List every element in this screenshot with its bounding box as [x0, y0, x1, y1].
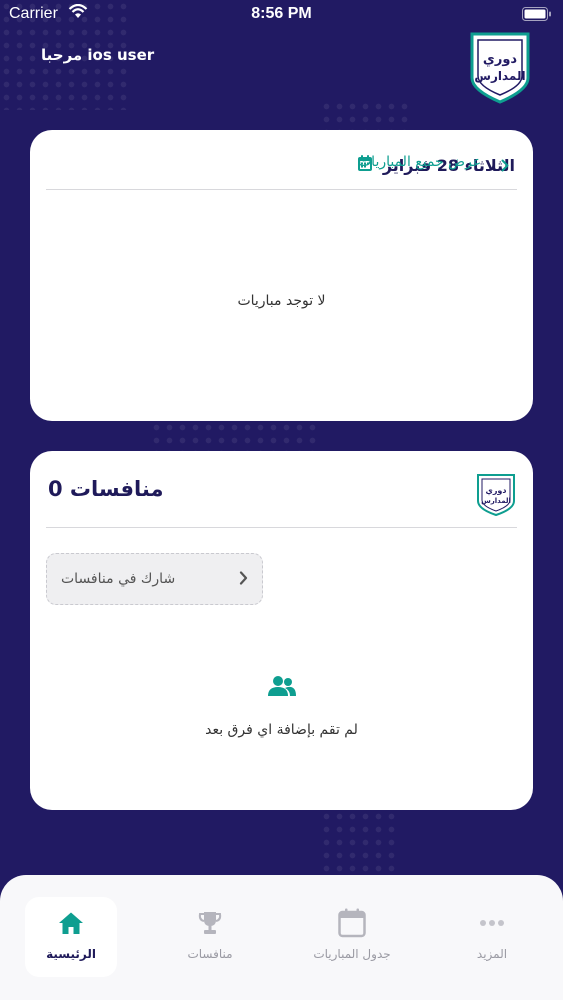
competitions-logo: دوري المدارس: [474, 471, 518, 517]
competitions-card: دوري المدارس منافسات 0 شارك في منافسات ل…: [30, 451, 533, 810]
app-logo: دوري المدارس: [466, 28, 534, 104]
no-teams-text: لم تقم بإضافة اي فرق بعد: [205, 722, 358, 738]
bg-dots-mid: [150, 421, 320, 451]
tab-home-label: الرئيسية: [46, 947, 96, 961]
join-competitions-label: شارك في منافسات: [61, 571, 176, 587]
more-icon: [479, 908, 505, 938]
matches-card: الثلاثاء 28 فبراير عرض جميع المباريات لا…: [30, 130, 533, 421]
chevron-right-icon: [239, 570, 248, 589]
competitions-title: منافسات 0: [48, 477, 164, 501]
battery-icon: [522, 6, 552, 25]
tab-more[interactable]: المزيد: [446, 897, 538, 977]
calendar-icon: [338, 908, 366, 938]
competitions-divider: [46, 527, 517, 528]
svg-text:دوري: دوري: [485, 486, 506, 495]
view-all-matches-link[interactable]: عرض جميع المباريات: [350, 154, 481, 170]
tab-home[interactable]: الرئيسية: [25, 897, 117, 977]
svg-text:المدارس: المدارس: [481, 497, 511, 505]
home-icon: [58, 908, 84, 938]
join-competitions-button[interactable]: شارك في منافسات: [46, 553, 263, 605]
no-matches-text: لا توجد مباريات: [237, 293, 326, 309]
tab-more-label: المزيد: [476, 947, 508, 961]
tab-competitions-label: منافسات: [187, 947, 233, 961]
tab-competitions[interactable]: منافسات: [164, 897, 256, 977]
trophy-icon: [197, 908, 223, 938]
view-all-label: عرض جميع المباريات: [358, 154, 482, 170]
svg-text:دوري: دوري: [483, 52, 517, 67]
tab-schedule[interactable]: جدول المباريات: [305, 897, 399, 977]
teams-icon: [267, 675, 297, 701]
matches-divider: [46, 189, 517, 190]
greeting-text: مرحبا ios user: [41, 46, 155, 64]
svg-text:المدارس: المدارس: [474, 69, 525, 83]
bg-dots-top-mid: [320, 100, 410, 130]
bg-dots-bottom: [320, 810, 400, 875]
status-bar: Carrier 8:56 PM: [0, 0, 563, 30]
tab-schedule-label: جدول المباريات: [313, 947, 391, 961]
chevron-right-icon[interactable]: [501, 157, 509, 176]
tab-bar: الرئيسية منافسات جدول المباريات المزيد: [0, 875, 563, 1000]
clock: 8:56 PM: [251, 5, 312, 22]
